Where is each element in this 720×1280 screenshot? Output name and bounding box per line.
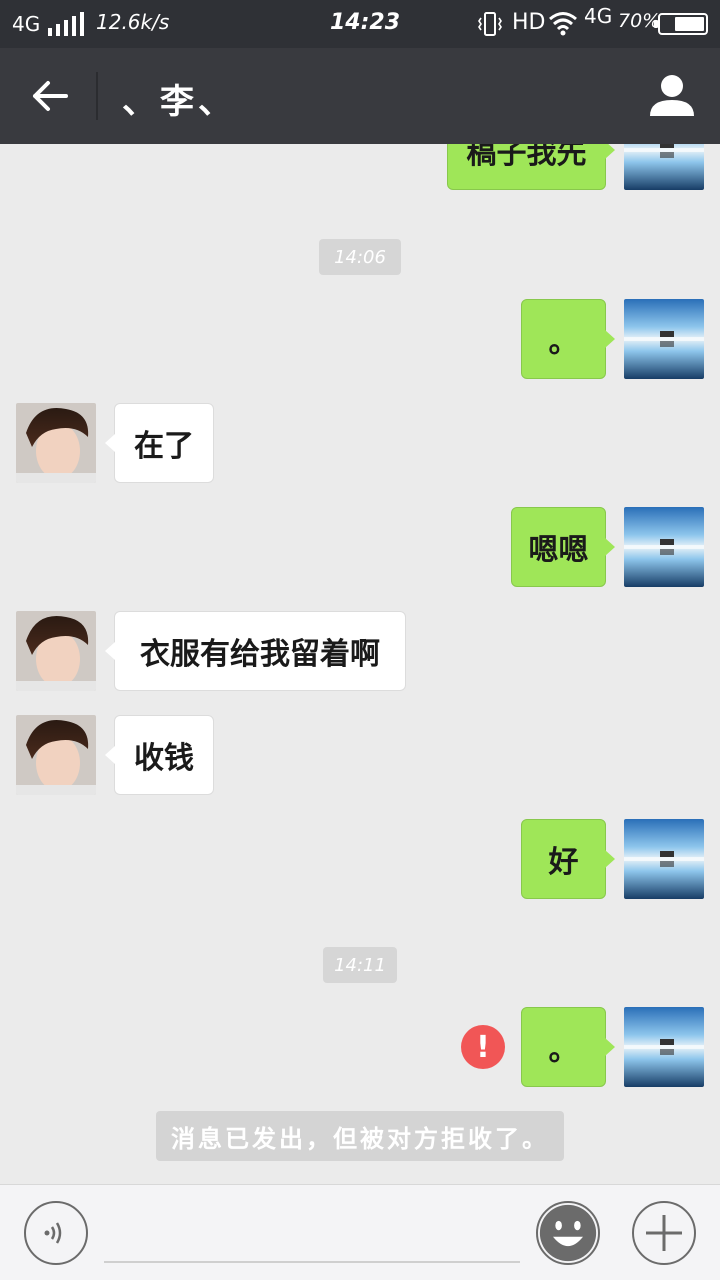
- sent-message-bubble[interactable]: 。: [521, 1007, 615, 1087]
- vibrate-icon: [478, 12, 502, 36]
- my-avatar[interactable]: [624, 1007, 704, 1087]
- emoji-button[interactable]: [536, 1201, 600, 1265]
- chat-title: 、李、: [122, 82, 236, 122]
- timestamp: 14:11: [323, 947, 397, 983]
- received-message-bubble[interactable]: 收钱: [105, 715, 214, 795]
- received-message-bubble[interactable]: 在了: [105, 403, 214, 483]
- my-avatar[interactable]: [624, 507, 704, 587]
- status-bar: 4G 12.6k/s 14:23 HD 4G 70%: [0, 0, 720, 48]
- clock: 14:23: [330, 10, 401, 35]
- battery-icon: [654, 13, 708, 35]
- plus-icon: [646, 1215, 682, 1251]
- input-bar: [0, 1184, 720, 1280]
- message-row: 好: [0, 819, 720, 899]
- voice-icon: [44, 1222, 62, 1244]
- person-icon: [650, 75, 694, 116]
- message-row: 稿子我先: [0, 144, 720, 190]
- message-row: 。: [0, 299, 720, 379]
- back-button[interactable]: [24, 70, 76, 122]
- wifi-icon: [549, 12, 577, 36]
- back-arrow-icon: [33, 81, 68, 111]
- message-row: ! 。: [0, 1007, 720, 1087]
- message-row: 收钱: [0, 715, 720, 795]
- contact-avatar[interactable]: [16, 403, 96, 483]
- timestamp: 14:06: [319, 239, 401, 275]
- message-row: 在了: [0, 403, 720, 483]
- hd-indicator: HD: [512, 10, 546, 35]
- contact-avatar[interactable]: [16, 611, 96, 691]
- network-type: 4G: [12, 12, 41, 36]
- sent-message-bubble[interactable]: 稿子我先: [447, 144, 615, 190]
- profile-button[interactable]: [646, 70, 698, 122]
- received-message-bubble[interactable]: 衣服有给我留着啊: [105, 611, 406, 691]
- signal-icon: [48, 12, 84, 36]
- smiley-icon: [539, 1204, 597, 1262]
- more-button[interactable]: [632, 1201, 696, 1265]
- sent-message-bubble[interactable]: 好: [521, 819, 615, 899]
- chat-header: 、李、: [0, 48, 720, 144]
- my-avatar[interactable]: [624, 144, 704, 190]
- message-input[interactable]: [104, 1211, 520, 1263]
- sent-message-bubble[interactable]: 嗯嗯: [511, 507, 615, 587]
- voice-button[interactable]: [24, 1201, 88, 1265]
- message-row: 嗯嗯: [0, 507, 720, 587]
- system-notice: 消息已发出，但被对方拒收了。: [156, 1111, 564, 1161]
- network-speed: 12.6k/s: [96, 10, 170, 34]
- chat-area[interactable]: 稿子我先 14:06 。 在了 嗯嗯 衣服有给我留着啊 收钱 好 14:11 !…: [0, 144, 720, 1184]
- my-avatar[interactable]: [624, 299, 704, 379]
- contact-avatar[interactable]: [16, 715, 96, 795]
- sent-message-bubble[interactable]: 。: [521, 299, 615, 379]
- my-avatar[interactable]: [624, 819, 704, 899]
- header-divider: [96, 72, 98, 120]
- send-failed-icon[interactable]: !: [461, 1025, 505, 1069]
- message-row: 衣服有给我留着啊: [0, 611, 720, 691]
- network-type-2: 4G: [584, 4, 613, 28]
